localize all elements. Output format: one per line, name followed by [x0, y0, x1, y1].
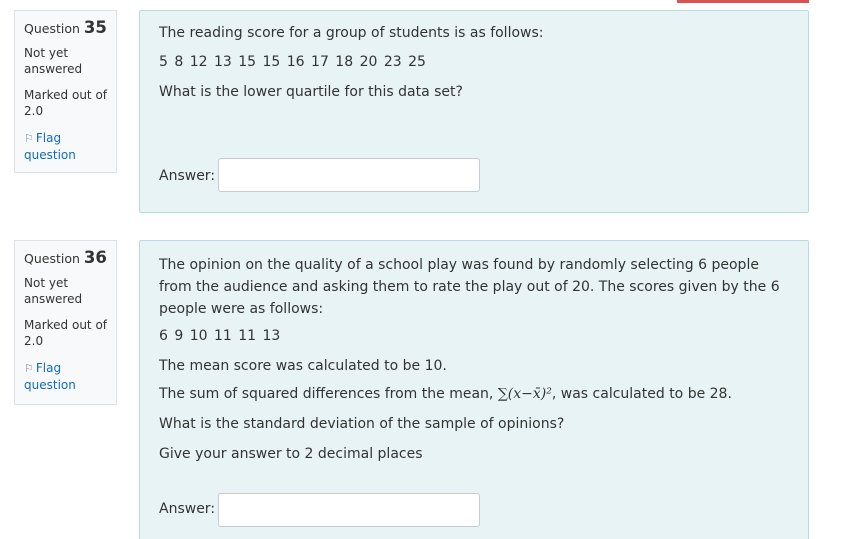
answer-input[interactable] [218, 158, 480, 192]
question-number-value: 36 [83, 248, 107, 267]
answer-input[interactable] [218, 493, 480, 527]
answer-label: Answer: [159, 168, 216, 184]
question-number: Question 36 [24, 249, 107, 268]
question-prompt: What is the standard deviation of the sa… [159, 416, 565, 432]
question-36-content: The opinion on the quality of a school p… [139, 240, 809, 539]
mean-statement: The mean score was calculated to be 10. [159, 358, 447, 374]
top-accent-bar [677, 0, 809, 3]
flag-icon: ⚐ [24, 132, 34, 145]
question-label: Question [24, 21, 80, 36]
question-prompt: What is the lower quartile for this data… [159, 84, 463, 100]
data-values: 5 8 12 13 15 15 16 17 18 20 23 25 [159, 54, 426, 70]
flag-icon: ⚐ [24, 362, 34, 375]
flag-question-link[interactable]: ⚐ Flag question [24, 360, 107, 393]
sum-squares-prefix: The sum of squared differences from the … [159, 386, 494, 402]
question-grade: Marked out of 2.0 [24, 88, 108, 118]
data-values: 6 9 10 11 11 13 [159, 328, 281, 344]
question-text: The reading score for a group of student… [159, 25, 544, 41]
flag-question-link[interactable]: ⚐ Flag question [24, 130, 107, 163]
question-grade: Marked out of 2.0 [24, 318, 108, 348]
question-number-value: 35 [83, 18, 107, 37]
question-35-info: Question 35 Not yet answered Marked out … [14, 10, 117, 173]
answer-instruction: Give your answer to 2 decimal places [159, 446, 423, 462]
question-number: Question 35 [24, 19, 107, 38]
answer-label: Answer: [159, 501, 216, 517]
sum-squares-statement: The sum of squared differences from the … [159, 386, 732, 402]
question-label: Question [24, 251, 80, 266]
question-35-content: The reading score for a group of student… [139, 10, 809, 213]
question-state: Not yet answered [24, 46, 83, 76]
question-state: Not yet answered [24, 276, 83, 306]
sum-squares-suffix: , was calculated to be 28. [551, 386, 732, 402]
sum-squares-formula: ∑(x−x̄)² [497, 386, 552, 402]
question-text: The opinion on the quality of a school p… [159, 257, 780, 317]
question-36-info: Question 36 Not yet answered Marked out … [14, 240, 117, 405]
